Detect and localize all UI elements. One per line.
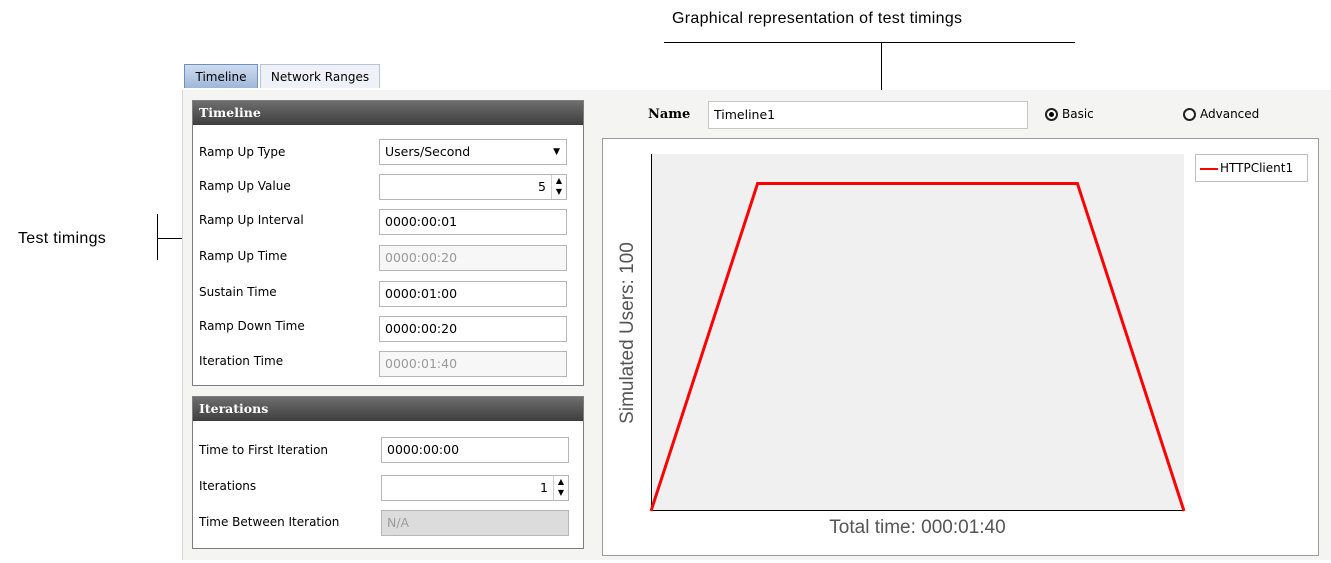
- iterations-stepper[interactable]: 1 ▲ ▼: [381, 475, 569, 501]
- spin-arrows-icon[interactable]: ▲ ▼: [553, 476, 568, 500]
- test-timings-annotation: Test timings: [18, 230, 107, 247]
- iterations-group-title: Iterations: [193, 397, 583, 421]
- ramp-up-time-label: Ramp Up Time: [199, 249, 288, 263]
- time-between-iteration-label: Time Between Iteration: [199, 515, 340, 529]
- time-between-iteration-input: N/A: [381, 510, 569, 536]
- ramp-up-time-input: 0000:00:20: [379, 245, 567, 271]
- timeline-group: Timeline Ramp Up Type Users/Second ▼ Ram…: [192, 100, 584, 386]
- ramp-up-value-label: Ramp Up Value: [199, 179, 291, 193]
- chart-svg: [649, 182, 1186, 512]
- iterations-value: 1: [540, 480, 548, 495]
- name-label: Name: [648, 107, 691, 122]
- tab-timeline[interactable]: Timeline: [184, 64, 258, 88]
- graphical-representation-annotation: Graphical representation of test timings: [672, 10, 963, 27]
- ramp-up-type-label: Ramp Up Type: [199, 145, 286, 159]
- legend-swatch-httpclient1: [1200, 168, 1218, 170]
- annotation-bracket-left: [157, 214, 158, 260]
- y-axis-label: Simulated Users: 100: [617, 242, 638, 424]
- series-line-httpclient1: [649, 182, 1186, 512]
- iterations-group: Iterations Time to First Iteration 0000:…: [192, 396, 584, 549]
- ramp-up-value-stepper[interactable]: 5 ▲ ▼: [379, 174, 567, 200]
- advanced-radio[interactable]: [1183, 108, 1196, 121]
- legend-label-httpclient1: HTTPClient1: [1220, 161, 1294, 175]
- basic-radio[interactable]: [1045, 108, 1058, 121]
- ramp-up-type-select[interactable]: Users/Second ▼: [379, 139, 567, 165]
- time-to-first-iteration-input[interactable]: 0000:00:00: [381, 437, 569, 463]
- ramp-up-interval-input[interactable]: 0000:00:01: [379, 209, 567, 235]
- ramp-down-time-input[interactable]: 0000:00:20: [379, 316, 567, 342]
- ramp-up-interval-label: Ramp Up Interval: [199, 213, 304, 227]
- timeline-group-title: Timeline: [193, 101, 583, 125]
- tab-network-ranges[interactable]: Network Ranges: [260, 64, 380, 88]
- iteration-time-label: Iteration Time: [199, 354, 284, 368]
- iteration-time-input: 0000:01:40: [379, 351, 567, 377]
- ramp-down-time-label: Ramp Down Time: [199, 319, 305, 333]
- annotation-bracket-top: [664, 42, 1075, 43]
- sustain-time-input[interactable]: 0000:01:00: [379, 281, 567, 307]
- iterations-label: Iterations: [199, 479, 257, 493]
- spin-arrows-icon[interactable]: ▲ ▼: [551, 175, 566, 199]
- sustain-time-label: Sustain Time: [199, 285, 277, 299]
- x-axis-label: Total time: 000:01:40: [829, 517, 1006, 538]
- chevron-down-icon[interactable]: ▼: [553, 140, 560, 164]
- advanced-radio-label[interactable]: Advanced: [1200, 107, 1259, 121]
- ramp-up-type-value: Users/Second: [385, 144, 471, 159]
- time-to-first-iteration-label: Time to First Iteration: [199, 443, 329, 457]
- basic-radio-label[interactable]: Basic: [1062, 107, 1094, 121]
- ramp-up-value: 5: [538, 179, 546, 194]
- timeline-name-input[interactable]: Timeline1: [708, 101, 1028, 129]
